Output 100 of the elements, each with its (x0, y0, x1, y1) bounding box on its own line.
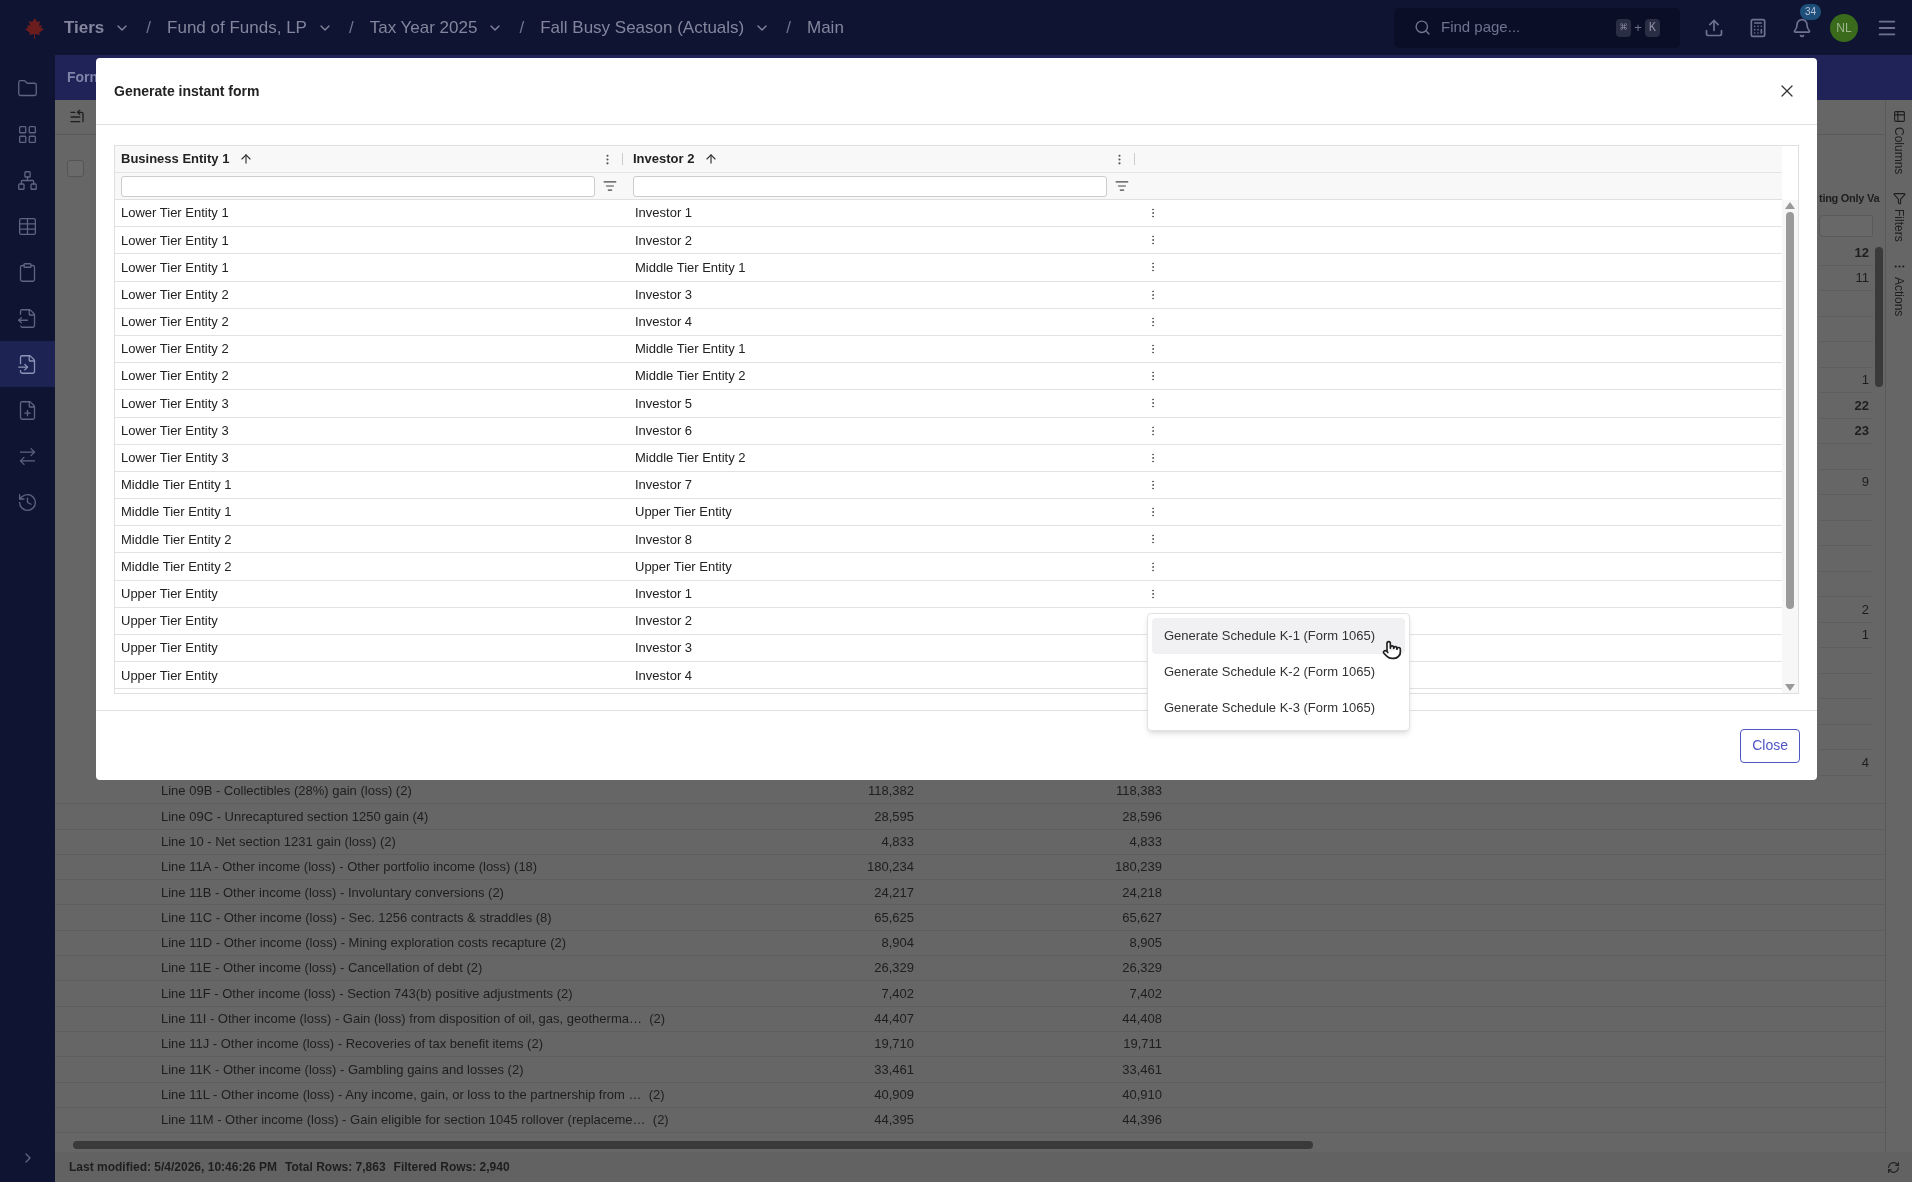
sort-ascending-icon[interactable] (239, 152, 254, 166)
table-cell-text: Lower Tier Entity 2 (120, 285, 230, 304)
table-cell-text: 180,239 (1114, 858, 1162, 877)
vertical-scrollbar[interactable] (1782, 200, 1798, 693)
table-cell-text: Investor 3 (634, 285, 694, 304)
shortcut-key: K (1644, 18, 1660, 37)
side-panel-tab[interactable]: Actions (1890, 260, 1908, 317)
breadcrumb[interactable]: Main (807, 14, 844, 41)
scrollbar-thumb[interactable] (1875, 247, 1883, 387)
line-label: Line 11B - Other income (loss) - Involuntary conversions (2) (161, 883, 505, 902)
table-cell-text: 40,909 (873, 1085, 914, 1104)
line-label: Line 10 - Net section 1231 gain (loss) (2) (161, 833, 397, 851)
sidebar-item[interactable] (0, 341, 55, 387)
line-label: Line 11I - Other income (loss) - Gain (loss) from disposition of oil, gas, geotherma… (2) (161, 1010, 667, 1029)
breadcrumb-separator: / (348, 16, 354, 39)
file-import-icon (17, 353, 38, 375)
breadcrumb[interactable]: Fall Busy Season (Actuals) (540, 14, 771, 41)
table-cell-text: Lower Tier Entity 1 (120, 231, 230, 250)
table-cell-text: 19,710 (873, 1035, 914, 1054)
table-cell-text: Lower Tier Entity 3 (120, 421, 230, 440)
table-cell-text: 118,383 (1114, 782, 1162, 801)
table-cell-text: Lower Tier Entity 2 (120, 340, 230, 359)
table-cell-text: Upper Tier Entity (120, 612, 219, 631)
calculator-icon[interactable] (1748, 17, 1768, 38)
table-cell-text: Middle Tier Entity 1 (120, 476, 233, 495)
status-text: Filtered Rows: 2,940 (393, 1159, 510, 1176)
table-cell-text: Upper Tier Entity (634, 503, 733, 522)
column-header[interactable]: Business Entity 1 (121, 149, 230, 169)
table-cell-text: 44,407 (873, 1010, 914, 1029)
notification-badge: 34 (1800, 3, 1822, 20)
breadcrumb[interactable]: Tiers (64, 14, 131, 41)
table-cell-text: Upper Tier Entity (120, 666, 219, 685)
breadcrumb[interactable]: Fund of Funds, LP (167, 14, 333, 41)
line-label: Line 11D - Other income (loss) - Mining exploration costs recapture (2) (161, 934, 568, 953)
table-cell-text: Investor 4 (634, 666, 694, 685)
bell-icon[interactable] (1792, 17, 1812, 38)
filter-icon[interactable] (1115, 179, 1129, 193)
search-icon (1414, 19, 1431, 36)
status-text: Total Rows: 7,863 (285, 1159, 386, 1176)
menu-item[interactable]: Generate Schedule K-1 (Form 1065) (1152, 618, 1405, 654)
table-cell-text: 12 (1854, 243, 1869, 262)
column-header[interactable]: Investor 2 (633, 149, 695, 169)
table-cell-text: 26,329 (873, 959, 914, 978)
table-cell-text: 7,402 (1128, 984, 1162, 1003)
shortcut-key: ⌘ (1615, 18, 1632, 37)
table-cell-text: Middle Tier Entity 1 (120, 503, 233, 522)
columns-icon (1892, 110, 1906, 123)
table-cell-text: 22 (1854, 396, 1869, 415)
search-field[interactable]: Find page... (1441, 16, 1606, 39)
line-label: Line 09B - Collectibles (28%) gain (loss) (2) (161, 782, 413, 801)
breadcrumb-separator: / (146, 16, 152, 39)
table-cell-text: Upper Tier Entity (634, 557, 733, 576)
side-panel-tab[interactable]: Filters (1890, 192, 1908, 243)
table-cell-text: 44,395 (873, 1111, 914, 1130)
table-cell-text: 4 (1861, 753, 1869, 772)
table-cell-text: 28,596 (1121, 807, 1162, 826)
table-cell-text: Investor 3 (634, 639, 694, 658)
table-cell-text: 118,382 (866, 782, 914, 801)
table-cell-text: 26,329 (1121, 959, 1162, 978)
sort-list-icon[interactable] (69, 109, 85, 125)
table-cell-text: Lower Tier Entity 3 (120, 449, 230, 468)
file-export-icon (17, 307, 38, 329)
scroll-up-icon[interactable] (1785, 202, 1795, 209)
refresh-icon[interactable] (1887, 1160, 1900, 1174)
horizontal-scrollbar[interactable] (73, 1141, 1313, 1149)
close-button[interactable]: Close (1740, 728, 1800, 763)
avatar[interactable]: NL (1830, 13, 1858, 42)
table-cell-text: 180,234 (866, 858, 914, 877)
table-cell-text: Investor 6 (634, 421, 694, 440)
table-cell-text: 19,711 (1122, 1035, 1162, 1054)
table-cell-text: 65,627 (1121, 908, 1162, 927)
menu-item[interactable]: Generate Schedule K-3 (Form 1065) (1152, 690, 1405, 726)
table-cell-text: 28,595 (873, 807, 914, 826)
status-text: Last modified: 5/4/2026, 10:46:26 PM (69, 1159, 278, 1176)
table-cell-text: 8,905 (1128, 934, 1162, 953)
menu-item[interactable]: Generate Schedule K-2 (Form 1065) (1152, 654, 1405, 690)
side-panel-tab[interactable]: Columns (1890, 110, 1908, 175)
table-cell-text: Lower Tier Entity 3 (120, 394, 230, 413)
grid-icon (17, 123, 38, 145)
table-cell-text: 23 (1854, 422, 1869, 440)
sort-ascending-icon[interactable] (704, 152, 719, 166)
table-cell-text: 24,218 (1121, 883, 1162, 902)
table-cell-text: Investor 1 (634, 584, 694, 603)
upload-icon[interactable] (1704, 17, 1724, 38)
table-cell-text: Investor 7 (634, 476, 694, 495)
filter-icon[interactable] (603, 179, 617, 193)
breadcrumb[interactable]: Tax Year 2025 (369, 14, 504, 41)
table-cell-text: Middle Tier Entity 2 (120, 557, 233, 576)
hierarchy-icon (17, 169, 38, 191)
shortcut-plus: + (1634, 18, 1642, 37)
scroll-down-icon[interactable] (1785, 684, 1795, 691)
table-cell-text: Upper Tier Entity (120, 584, 219, 603)
line-label: Line 11J - Other income (loss) - Recoveries of tax benefit items (2) (161, 1035, 544, 1054)
table-cell-text: Middle Tier Entity 2 (120, 530, 233, 549)
table-cell-text: Lower Tier Entity 1 (120, 258, 230, 277)
table-cell-text: 44,408 (1121, 1010, 1162, 1029)
file-plus-icon (17, 399, 38, 421)
table-cell-text: Middle Tier Entity 2 (634, 367, 747, 386)
clipboard-icon (17, 261, 38, 283)
search-bar[interactable]: Find page... ⌘ + K (1394, 7, 1680, 48)
